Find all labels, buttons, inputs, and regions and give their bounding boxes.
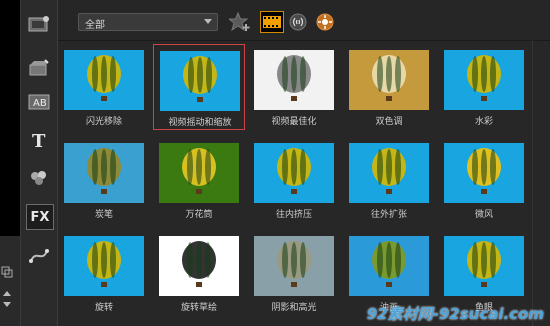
effects-panel: 全部 闪光移除 视频摇动和缩放 视频最佳化 双色调 水彩炭笔 万花筒 往内挤压 往外扩张 微风旋…: [58, 0, 550, 326]
media-library-button[interactable]: [26, 12, 52, 36]
effect-preview-image: [444, 50, 524, 110]
effect-label: 炭笔: [94, 210, 113, 220]
effect-thumbnail[interactable]: 万花筒: [153, 137, 245, 223]
effect-preview-image: [254, 143, 334, 203]
category-dropdown[interactable]: 全部: [78, 13, 218, 31]
up-down-arrow-icon[interactable]: [0, 290, 14, 307]
effect-preview-image: [64, 50, 144, 110]
effect-label: 视频最佳化: [271, 117, 317, 127]
svg-text:T: T: [32, 131, 46, 150]
effect-thumbnail[interactable]: 双色调: [343, 44, 435, 130]
effect-preview-image: [159, 143, 239, 203]
effect-thumbnail[interactable]: 旋转草绘: [153, 230, 245, 316]
effect-label: 往外扩张: [370, 210, 407, 220]
effect-label: 阴影和高光: [271, 303, 317, 313]
category-dropdown-value: 全部: [85, 20, 105, 31]
filter-fx-button[interactable]: FX: [26, 204, 54, 230]
effect-preview-image: [444, 236, 524, 296]
effect-label: 水彩: [474, 117, 493, 127]
preview-strip: [0, 0, 21, 326]
effect-thumbnail[interactable]: 微风: [438, 137, 530, 223]
graphic-button[interactable]: [26, 166, 52, 190]
effect-thumbnail[interactable]: 视频摇动和缩放: [153, 44, 245, 130]
effect-preview-image: [160, 51, 240, 111]
effect-label: 旋转草绘: [180, 303, 217, 313]
preview-controls: [0, 236, 20, 326]
effect-preview-image: [254, 236, 334, 296]
effect-preview-image: [64, 236, 144, 296]
instant-project-button[interactable]: [26, 56, 52, 80]
effect-label: 旋转: [94, 303, 113, 313]
options-menu-button[interactable]: [314, 11, 336, 33]
title-button[interactable]: T: [26, 128, 52, 152]
effect-thumbnail[interactable]: 水彩: [438, 44, 530, 130]
watermark: 92素材网-92sucai.com: [366, 305, 544, 323]
effect-thumbnail[interactable]: 闪光移除: [58, 44, 150, 130]
show-video-filters-button[interactable]: [260, 11, 284, 33]
transition-button[interactable]: AB: [26, 90, 52, 114]
effect-preview-image: [64, 143, 144, 203]
effect-preview-image: [349, 236, 429, 296]
effect-preview-image: [159, 236, 239, 296]
library-tool-rail: AB T FX: [21, 0, 58, 326]
effect-label: 闪光移除: [85, 117, 122, 127]
effect-thumbnail[interactable]: 旋转: [58, 230, 150, 316]
effect-thumbnail[interactable]: 往外扩张: [343, 137, 435, 223]
expand-icon[interactable]: [0, 266, 14, 280]
show-audio-filters-button[interactable]: [286, 11, 310, 33]
add-favorite-button[interactable]: [228, 11, 252, 33]
effect-thumbnail[interactable]: 阴影和高光: [248, 230, 340, 316]
effect-thumbnail[interactable]: 往内挤压: [248, 137, 340, 223]
scrollbar-track[interactable]: [532, 40, 533, 326]
effect-label: 微风: [474, 210, 493, 220]
fx-icon: FX: [30, 209, 50, 225]
effect-label: 万花筒: [185, 210, 213, 220]
effect-thumbnail[interactable]: 炭笔: [58, 137, 150, 223]
effect-label: 视频摇动和缩放: [168, 118, 232, 128]
effect-label: 双色调: [375, 117, 403, 127]
effects-grid: 闪光移除 视频摇动和缩放 视频最佳化 双色调 水彩炭笔 万花筒 往内挤压 往外扩张 微风旋转 旋转…: [58, 40, 550, 326]
path-button[interactable]: [26, 244, 52, 268]
svg-text:AB: AB: [33, 98, 47, 109]
panel-toolbar: 全部: [58, 0, 550, 41]
effect-preview-image: [254, 50, 334, 110]
effect-preview-image: [444, 143, 524, 203]
chevron-down-icon: [204, 19, 212, 24]
effect-label: 往内挤压: [275, 210, 312, 220]
effect-preview-image: [349, 143, 429, 203]
effect-preview-image: [349, 50, 429, 110]
effect-thumbnail[interactable]: 视频最佳化: [248, 44, 340, 130]
